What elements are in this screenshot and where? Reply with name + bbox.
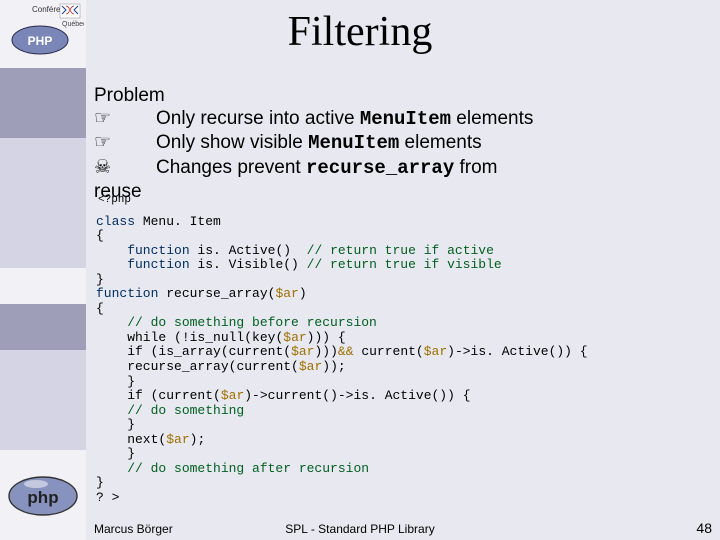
- bullet-icon: ☠: [94, 156, 156, 179]
- svg-text:php: php: [27, 488, 58, 507]
- bullet-3: ☠Changes prevent recurse_array from: [94, 156, 714, 180]
- sidebar-accent-3: [0, 304, 86, 350]
- sidebar-accent-1: [0, 68, 86, 138]
- bullet-text: Changes prevent recurse_array from: [156, 156, 706, 180]
- bullet-1: ☞Only recurse into active MenuItem eleme…: [94, 107, 714, 131]
- bullet-text: Only show visible MenuItem elements: [156, 131, 706, 155]
- footer-page-number: 48: [696, 520, 712, 536]
- bullet-text: Only recurse into active MenuItem elemen…: [156, 107, 706, 131]
- sidebar-accent-2: [0, 138, 86, 268]
- bullet-2: ☞Only show visible MenuItem elements: [94, 131, 714, 155]
- slide-title: Filtering: [0, 8, 720, 56]
- code-block: <?php class Menu. Item { function is. Ac…: [96, 200, 714, 505]
- php-open-tag: <?php: [98, 194, 131, 206]
- bullet-icon: ☞: [94, 107, 156, 130]
- php-logo-icon: php: [6, 474, 80, 518]
- content-area: Problem ☞Only recurse into active MenuIt…: [94, 84, 714, 203]
- bullet-icon: ☞: [94, 131, 156, 154]
- sidebar-accent-4: [0, 350, 86, 450]
- problem-heading: Problem: [94, 84, 714, 107]
- sidebar: [0, 0, 86, 540]
- footer-title: SPL - Standard PHP Library: [0, 522, 720, 536]
